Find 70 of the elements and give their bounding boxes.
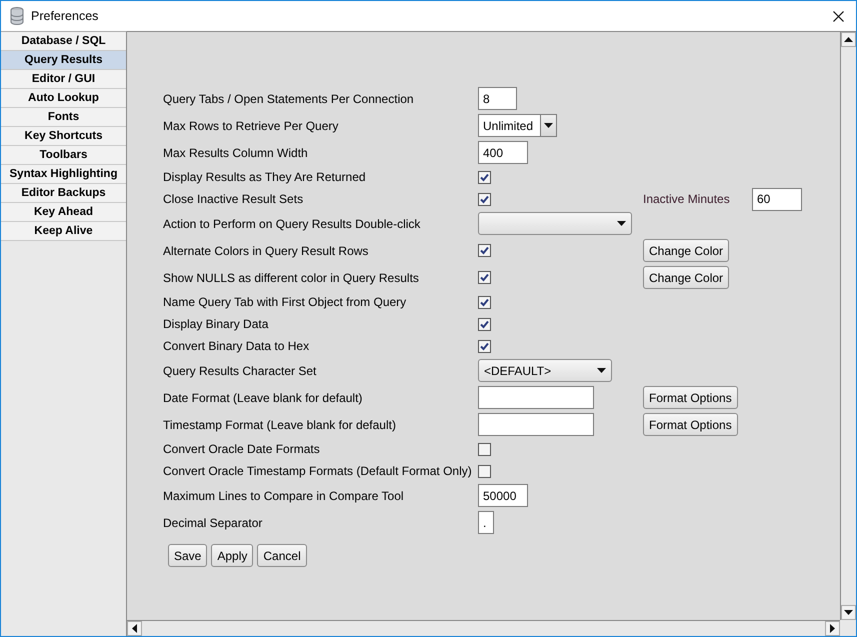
setting-label: Timestamp Format (Leave blank for default) (163, 418, 397, 432)
action-button[interactable]: Save (168, 544, 208, 567)
checkbox[interactable] (478, 244, 491, 257)
setting-label: Show NULLS as different color in Query Results (163, 270, 420, 284)
checkbox[interactable] (478, 318, 491, 330)
sidebar-item[interactable]: Query Results (1, 51, 126, 70)
setting-label: Inactive Minutes (643, 192, 731, 206)
action-button[interactable]: Cancel (257, 544, 307, 567)
database-icon (10, 7, 24, 25)
setting-label: Query Results Character Set (163, 364, 318, 378)
sidebar-item[interactable]: Syntax Highlighting (1, 165, 126, 184)
dropdown[interactable] (478, 212, 632, 235)
close-icon (833, 10, 844, 22)
setting-label: Action to Perform on Query Results Double-click (163, 216, 422, 230)
sidebar-item[interactable]: Database / SQL (1, 32, 126, 51)
checkbox[interactable] (478, 296, 491, 308)
setting-label: Query Tabs / Open Statements Per Connection (163, 92, 415, 106)
sidebar-item[interactable]: Editor Backups (1, 184, 126, 203)
checkbox[interactable] (478, 271, 491, 284)
caret-icon (617, 221, 626, 226)
close-button[interactable] (831, 8, 846, 24)
dropdown[interactable]: Unlimited (478, 114, 557, 137)
scrollbar-corner (840, 620, 856, 636)
sidebar-item[interactable]: Key Ahead (1, 203, 126, 222)
window-title: Preferences (31, 9, 98, 23)
right-arrow-icon (830, 624, 835, 633)
input-field[interactable]: 8 (478, 87, 517, 110)
input-field[interactable] (478, 413, 594, 436)
setting-label: Convert Oracle Timestamp Formats (Default Format Only) (163, 464, 473, 478)
setting-label: Decimal Separator (163, 516, 264, 530)
setting-label: Display Binary Data (163, 317, 270, 331)
checkbox[interactable] (478, 340, 491, 352)
option-button[interactable]: Change Color (643, 239, 730, 262)
checkbox[interactable] (478, 170, 491, 184)
caret-icon (597, 368, 606, 373)
sidebar-item[interactable]: Auto Lookup (1, 89, 126, 108)
vertical-scrollbar[interactable] (840, 32, 856, 620)
setting-label: Convert Binary Data to Hex (163, 339, 310, 353)
dropdown[interactable]: <DEFAULT> (478, 359, 612, 382)
setting-label: Alternate Colors in Query Result Rows (163, 244, 370, 258)
checkbox[interactable] (478, 464, 491, 478)
down-arrow-icon (844, 610, 853, 615)
input-field[interactable]: 60 (752, 188, 802, 210)
setting-label: Max Rows to Retrieve Per Query (163, 118, 340, 132)
setting-label: Max Results Column Width (163, 146, 309, 160)
sidebar-item[interactable]: Toolbars (1, 146, 126, 165)
option-button[interactable]: Format Options (643, 386, 738, 409)
checkbox[interactable] (478, 442, 491, 456)
setting-label: Convert Oracle Date Formats (163, 442, 321, 456)
left-arrow-icon (132, 624, 137, 633)
sidebar-item[interactable]: Key Shortcuts (1, 127, 126, 146)
up-arrow-icon (844, 37, 853, 42)
action-button[interactable]: Apply (211, 544, 254, 567)
setting-label: Date Format (Leave blank for default) (163, 390, 364, 404)
setting-label: Display Results as They Are Returned (163, 170, 367, 184)
sidebar-item[interactable]: Editor / GUI (1, 70, 126, 89)
caret-icon (544, 123, 553, 128)
option-button[interactable]: Format Options (643, 413, 738, 436)
input-field[interactable]: 50000 (478, 484, 528, 507)
checkbox[interactable] (478, 192, 491, 206)
option-button[interactable]: Change Color (643, 266, 730, 289)
input-field[interactable] (478, 386, 594, 409)
input-field[interactable]: 400 (478, 141, 528, 164)
setting-label: Close Inactive Result Sets (163, 192, 304, 206)
horizontal-scrollbar[interactable] (127, 620, 840, 636)
sidebar-item[interactable]: Fonts (1, 108, 126, 127)
sidebar-item[interactable]: Keep Alive (1, 222, 126, 241)
setting-label: Maximum Lines to Compare in Compare Tool (163, 488, 405, 502)
input-field[interactable]: . (478, 511, 494, 534)
setting-label: Name Query Tab with First Object from Query (163, 295, 408, 309)
